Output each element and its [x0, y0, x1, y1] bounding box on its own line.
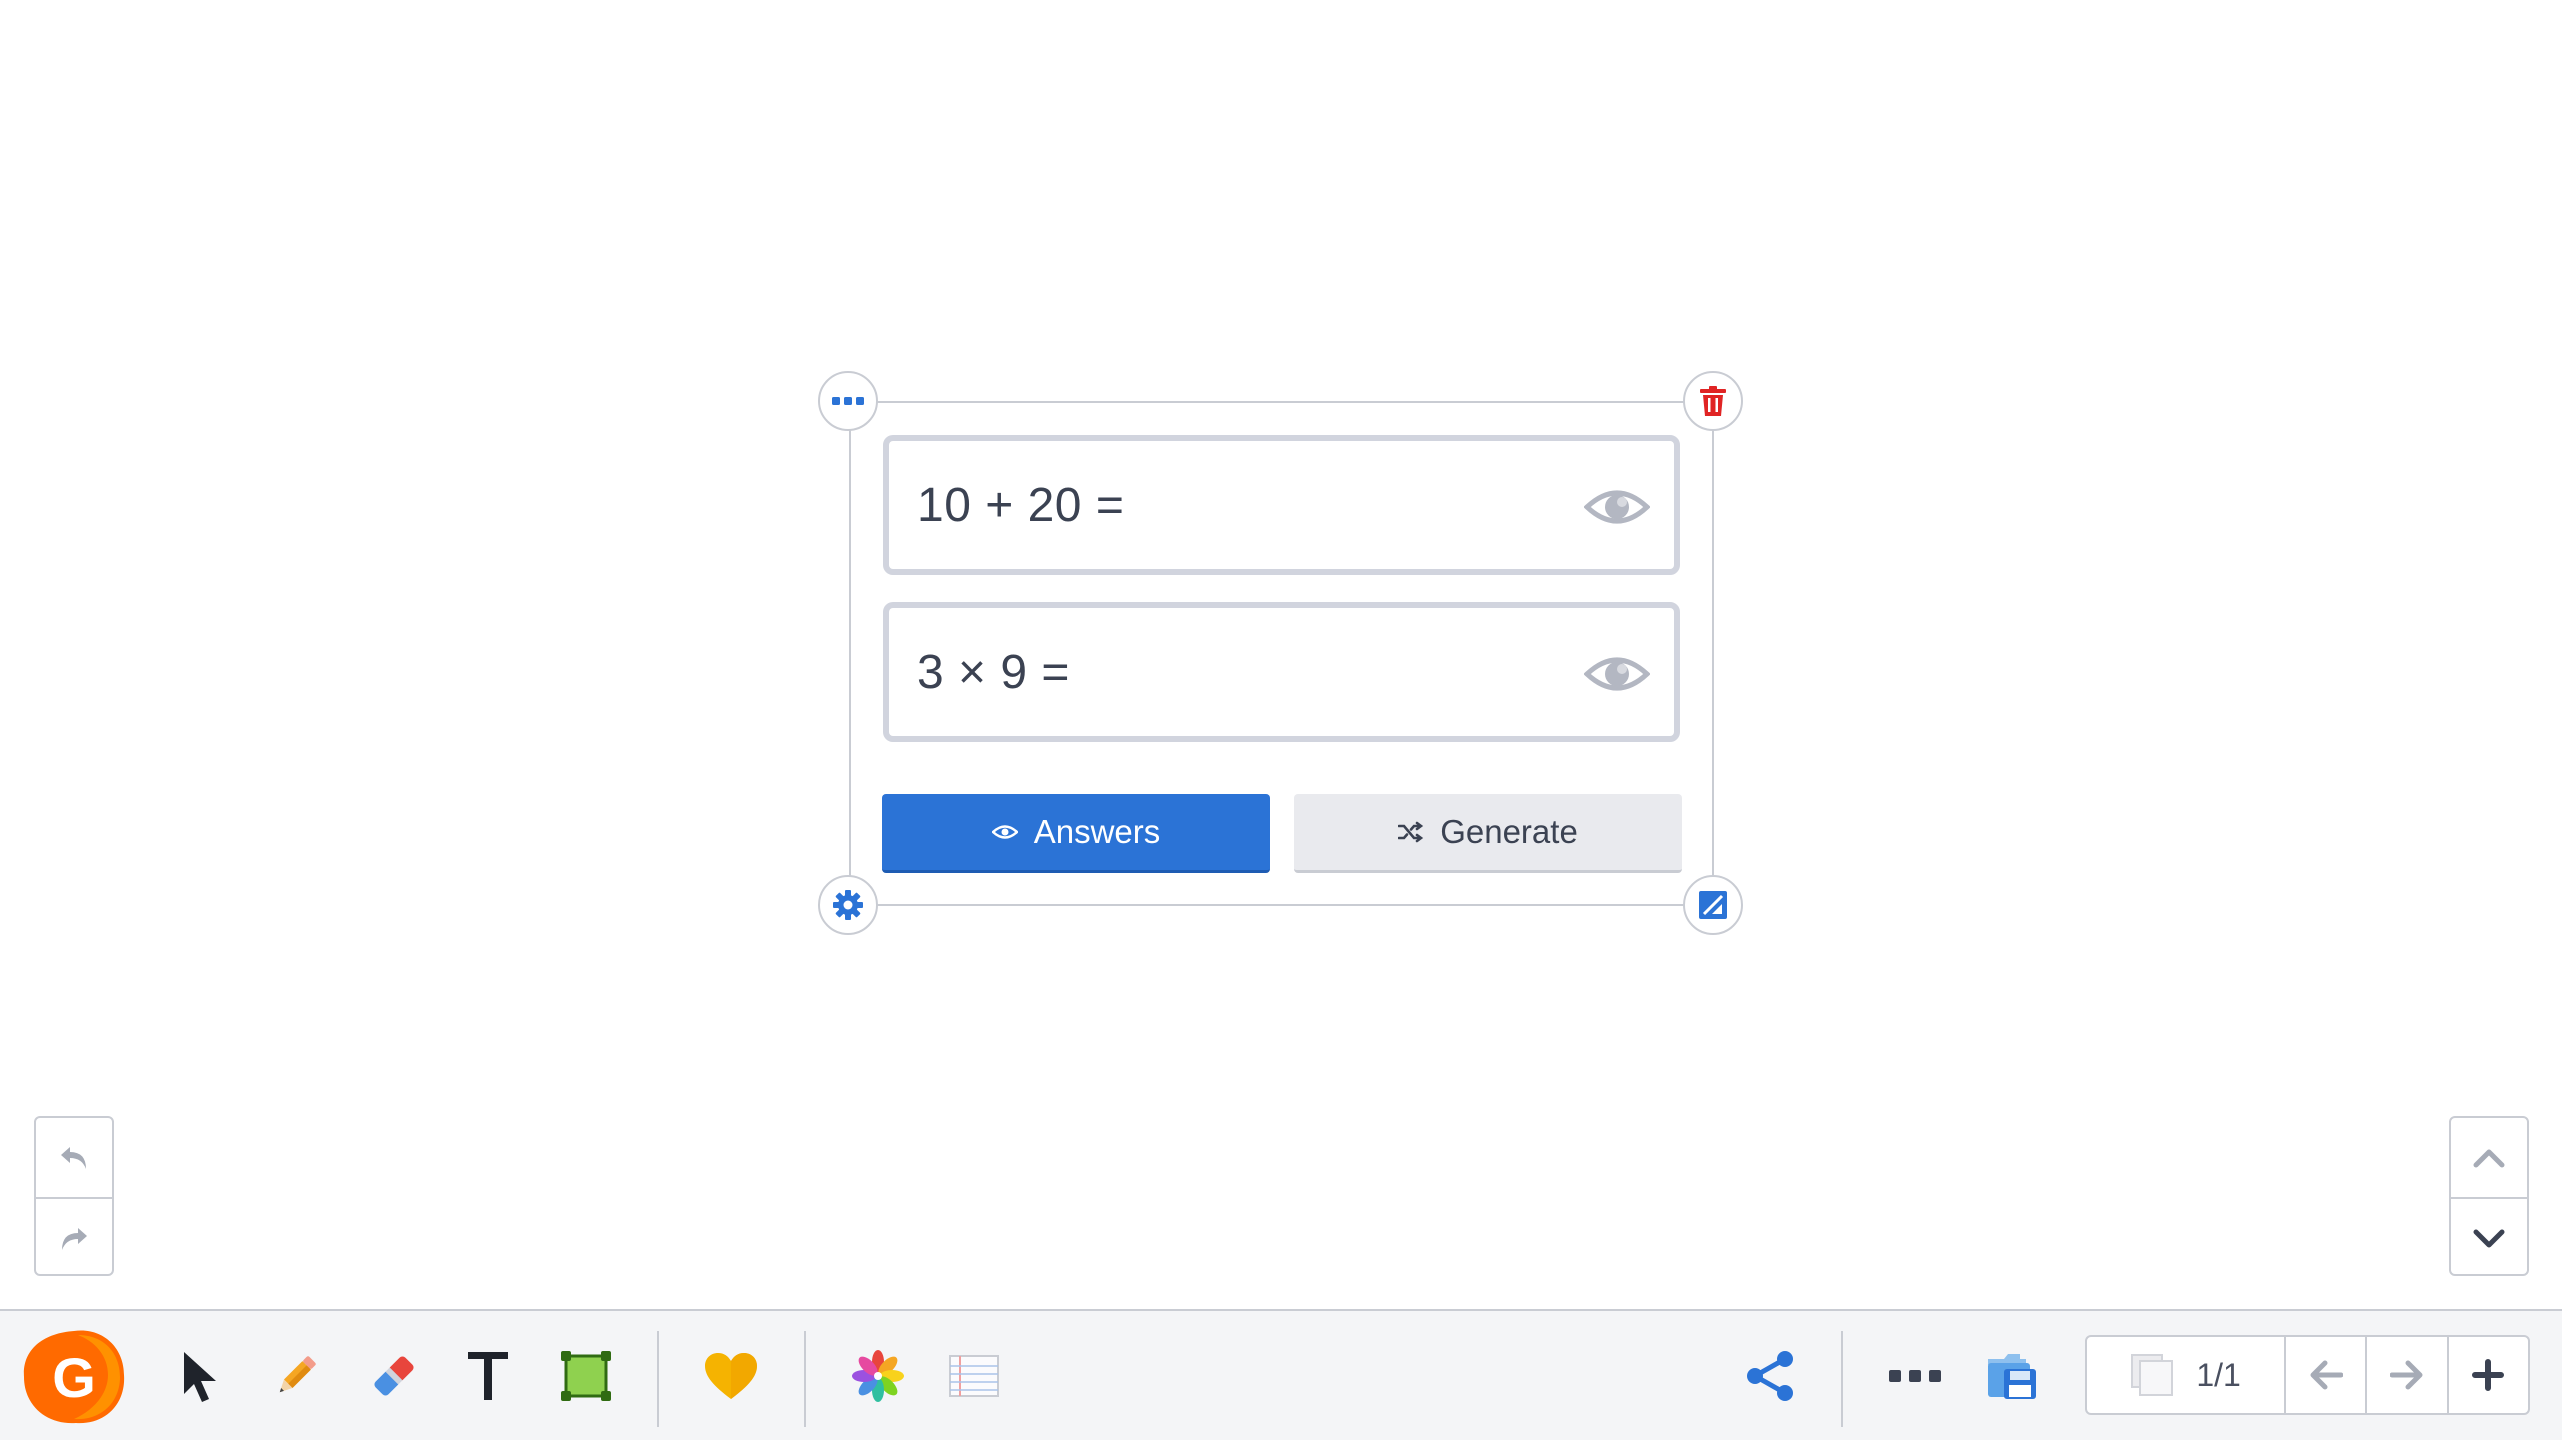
toolbar-divider	[1841, 1331, 1843, 1427]
text-tool-icon	[468, 1352, 508, 1400]
undo-icon	[61, 1146, 86, 1169]
share-button[interactable]	[1738, 1344, 1802, 1408]
logo-letter: G	[52, 1345, 96, 1409]
page-label: 1/1	[2196, 1356, 2241, 1393]
media-tool[interactable]	[846, 1344, 910, 1408]
plus-icon	[2472, 1359, 2505, 1391]
bottom-toolbar: G 1/1	[0, 1309, 2562, 1440]
generate-button[interactable]: Generate	[1294, 794, 1682, 873]
resize-icon	[1699, 891, 1727, 919]
gear-icon	[833, 890, 863, 920]
shape-tool[interactable]	[554, 1344, 618, 1408]
stickers-tool[interactable]	[699, 1344, 763, 1408]
next-page-button[interactable]	[2365, 1337, 2446, 1413]
logo-button[interactable]: G	[18, 1325, 130, 1429]
color-wheel-icon	[852, 1350, 904, 1402]
background-tool[interactable]	[942, 1344, 1006, 1408]
eye-icon[interactable]	[1584, 654, 1650, 694]
widget-settings-button[interactable]	[818, 875, 878, 935]
eraser-tool[interactable]	[362, 1344, 426, 1408]
arrow-left-icon	[2310, 1360, 2343, 1390]
toolbar-divider	[657, 1331, 659, 1427]
save-icon	[1988, 1354, 2036, 1399]
scroll-up-button[interactable]	[2451, 1118, 2527, 1197]
more-button[interactable]	[1883, 1344, 1947, 1408]
more-dots-icon	[832, 397, 864, 405]
previous-page-button[interactable]	[2284, 1337, 2365, 1413]
scroll-nav-panel	[2449, 1116, 2529, 1276]
redo-button[interactable]	[36, 1197, 112, 1278]
share-icon	[1747, 1351, 1793, 1401]
arrow-right-icon	[2390, 1360, 2423, 1390]
eye-icon	[991, 825, 1018, 839]
eraser-icon	[374, 1356, 414, 1396]
save-button[interactable]	[1980, 1344, 2044, 1408]
scroll-down-button[interactable]	[2451, 1197, 2527, 1278]
notebook-paper-icon	[949, 1355, 999, 1397]
select-arrow-icon	[184, 1352, 216, 1402]
question-text: 3 × 9 =	[917, 645, 1070, 699]
select-tool[interactable]	[168, 1344, 232, 1408]
answers-button[interactable]: Answers	[882, 794, 1270, 873]
shape-tool-icon	[561, 1351, 611, 1401]
widget-delete-button[interactable]	[1683, 371, 1743, 431]
shuffle-icon	[1398, 821, 1424, 843]
answers-label: Answers	[1033, 813, 1161, 850]
toolbar-divider	[804, 1331, 806, 1427]
add-page-button[interactable]	[2446, 1337, 2528, 1413]
question-text: 10 + 20 =	[917, 478, 1125, 532]
widget-menu-button[interactable]	[818, 371, 878, 431]
text-tool[interactable]	[456, 1344, 520, 1408]
pages-icon	[2131, 1354, 2174, 1396]
page-navigator: 1/1	[2085, 1335, 2530, 1415]
undo-redo-panel	[34, 1116, 114, 1276]
pencil-icon	[279, 1356, 316, 1393]
page-indicator[interactable]: 1/1	[2087, 1337, 2284, 1413]
trash-icon	[1700, 386, 1726, 416]
redo-icon	[62, 1227, 87, 1250]
question-row: 3 × 9 =	[883, 602, 1680, 742]
widget-resize-handle[interactable]	[1683, 875, 1743, 935]
more-icon	[1889, 1370, 1941, 1382]
pencil-tool[interactable]	[264, 1344, 328, 1408]
generate-label: Generate	[1440, 813, 1578, 850]
question-row: 10 + 20 =	[883, 435, 1680, 575]
eye-icon[interactable]	[1584, 487, 1650, 527]
chevron-down-icon	[2473, 1229, 2505, 1247]
heart-stickers-icon	[705, 1353, 757, 1399]
undo-button[interactable]	[36, 1118, 112, 1197]
chevron-up-icon	[2473, 1149, 2505, 1167]
